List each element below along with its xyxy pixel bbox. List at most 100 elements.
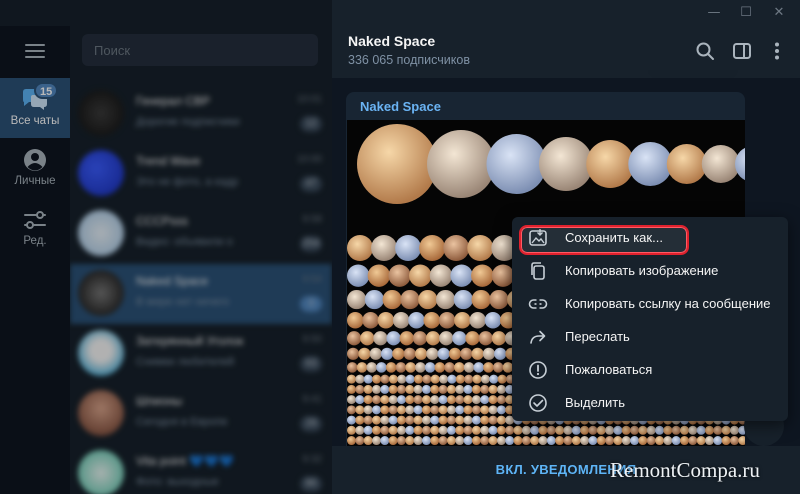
channel-title[interactable]: Naked Space [348,33,435,49]
chat-time: 10:01 [296,94,322,105]
planet-sphere [380,395,390,405]
chat-list-item[interactable]: Генерал СВР Дорогие подписчики 10:01 12 [70,84,332,144]
planet-sphere [721,425,731,435]
planet-sphere [388,415,398,425]
planet-sphere [347,289,367,310]
planet-sphere [388,405,398,415]
chat-title: Vita point 💙💙💙 [136,454,234,468]
chat-list-item[interactable]: СССРsss Видео: объявили о 9:58 254 [70,204,332,264]
planet-sphere [546,436,556,446]
planet-sphere [483,362,494,373]
planet-sphere [395,235,422,261]
planet-sphere [435,289,456,310]
planet-sphere [446,436,456,446]
planet-sphere [371,384,381,394]
unread-count: 63 [300,356,322,372]
menu-item-copy-image[interactable]: Копировать изображение [512,254,788,287]
planet-sphere [392,312,410,329]
menu-item-save-as[interactable]: Сохранить как... [512,221,788,255]
planet-sphere [484,312,502,329]
planet-sphere [413,395,423,405]
planet-sphere [419,235,446,261]
chat-title: Naked Space [136,274,209,288]
chat-list-item[interactable]: Vita point 💙💙💙 Фото: выходные 9:32 86 [70,444,332,494]
planet-sphere [446,384,456,394]
planet-sphere [638,425,648,435]
planet-sphere [380,405,390,415]
chat-snippet: Сегодня в Европе [136,416,228,428]
planet-sphere [363,395,373,405]
avatar [78,150,124,196]
planet-sphere [465,331,480,346]
copy-icon [528,261,548,281]
menu-item-report[interactable]: Пожаловаться [512,353,788,386]
menu-icon[interactable] [25,44,45,58]
chat-list-item[interactable]: Затерянный Уголок Снимки любителей 9:50 … [70,324,332,384]
planet-sphere [471,289,491,310]
planet-sphere [555,436,565,446]
planet-sphere [460,347,473,360]
planet-sphere [630,425,640,435]
planet-sphere [488,415,498,425]
planet-sphere [438,395,448,405]
planet-sphere [371,405,381,415]
post-author[interactable]: Naked Space [360,99,441,114]
chat-list-item-active[interactable]: Naked Space В мире нет ничего 9:54 3 [70,264,332,324]
menu-item-select[interactable]: Выделить [512,386,788,419]
planet-sphere [371,436,381,446]
chat-title: Шпионы [136,394,183,408]
menu-item-copy-link[interactable]: Копировать ссылку на сообщение [512,287,788,320]
search-icon[interactable] [694,40,716,62]
folder-edit[interactable]: Ред. [0,198,70,258]
chat-list-item[interactable]: Шпионы Сегодня в Европе 9:41 29 [70,384,332,444]
person-icon [20,148,50,172]
planet-sphere [496,384,506,394]
planet-sphere [363,436,373,446]
planet-sphere [385,362,397,373]
planet-sphere [405,384,415,394]
planet-sphere [443,235,470,261]
planet-sphere [471,415,481,425]
folder-personal[interactable]: Личные [0,138,70,198]
planet-sphere [663,425,673,435]
planet-sphere [521,436,531,446]
planet-sphere [613,425,623,435]
planet-sphere [363,405,373,415]
planet-sphere [680,436,689,446]
date-pill [648,70,738,78]
avatar [78,330,124,376]
planet-sphere [414,347,428,360]
planet-sphere [377,312,395,329]
watermark: RemontCompa.ru [610,458,760,482]
maximize-button[interactable]: ☐ [736,4,756,22]
planet-sphere [421,405,431,415]
chat-list-item[interactable]: Trend Wave Это не фото, а кадр 10:00 47 [70,144,332,204]
search-input[interactable] [82,34,318,66]
planet-sphere [347,362,358,373]
planet-sphere [671,436,681,446]
planet-sphere [713,436,723,446]
planet-sphere [347,436,356,446]
minimize-button[interactable]: — [704,4,724,22]
planet-sphere [497,374,507,384]
planet-sphere [396,436,406,446]
planet-sphere [655,425,665,435]
planet-sphere [392,347,405,360]
sidebar-toggle-icon[interactable] [731,40,753,62]
planet-sphere [521,425,531,435]
planet-sphere [729,436,739,446]
planet-sphere [373,331,388,346]
folder-all-chats[interactable]: 15 Все чаты [0,78,70,138]
planet-sphere [571,436,581,446]
planet-sphere [413,384,423,394]
more-vertical-icon[interactable] [766,40,788,62]
menu-item-label: Пожаловаться [565,362,653,377]
planet-sphere [382,289,402,310]
menu-item-forward[interactable]: Переслать [512,320,788,353]
close-button[interactable]: ✕ [769,4,789,22]
planet-sphere [360,331,375,346]
planet-sphere [488,405,498,415]
planet-sphere [380,425,390,435]
planet-sphere [480,405,490,415]
planet-sphere [539,137,593,191]
